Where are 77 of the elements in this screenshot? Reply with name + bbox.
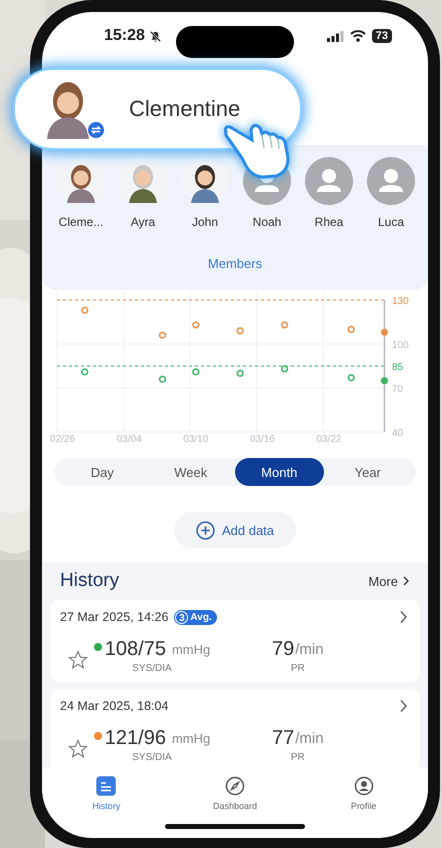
point xyxy=(158,332,166,339)
point xyxy=(280,365,288,373)
member-name: Rhea xyxy=(314,215,344,229)
point xyxy=(192,321,200,329)
metric-label: PR xyxy=(290,663,305,674)
record-card[interactable]: 27 Mar 2025, 14:26 3 Avg. 108/75 mmHg SYS/DIA 79/min PR xyxy=(50,600,420,682)
metric-label: PR xyxy=(290,752,305,763)
point xyxy=(348,326,355,333)
period-tab[interactable]: Day xyxy=(58,458,146,486)
more-link[interactable]: More xyxy=(368,574,410,588)
x-tick-label: 03/16 xyxy=(250,434,276,445)
plus-icon xyxy=(196,520,215,540)
signal-icon xyxy=(326,30,344,42)
period-tab[interactable]: Week xyxy=(146,458,235,486)
chevron-right-icon xyxy=(402,576,410,586)
muted-bell-icon xyxy=(148,30,162,42)
x-tick-label: 03/04 xyxy=(116,434,142,445)
point xyxy=(380,377,388,384)
blood-pressure-value: 121/96 xyxy=(104,727,166,750)
member-name: Noah xyxy=(252,215,282,229)
unit-label: mmHg xyxy=(172,642,210,657)
y-tick-label: 130 xyxy=(392,296,410,307)
y-tick-label: 100 xyxy=(392,340,410,351)
point xyxy=(380,328,388,336)
y-tick-label: 40 xyxy=(392,428,404,439)
section-title: History xyxy=(60,570,120,592)
point xyxy=(192,368,200,376)
record-card[interactable]: 24 Mar 2025, 18:04 121/96 mmHg SYS/DIA 77/min PR xyxy=(50,689,420,768)
star-icon[interactable] xyxy=(68,650,88,670)
blood-pressure-chart: 40 70 85 100 130 02/26 03/04 03/10 03/16 03/22 xyxy=(42,292,422,448)
tab-item[interactable]: Dashboard xyxy=(170,774,300,812)
list-icon xyxy=(96,776,116,796)
point xyxy=(348,374,355,382)
members-link[interactable]: Members xyxy=(208,256,262,271)
x-tick-label: 03/22 xyxy=(316,434,342,445)
unit-label: mmHg xyxy=(172,731,210,746)
point xyxy=(280,321,288,329)
y-tick-label: 70 xyxy=(392,384,404,395)
unit-label: /min xyxy=(295,641,324,658)
record-date: 24 Mar 2025, 18:04 xyxy=(60,699,168,713)
x-tick-label: 02/26 xyxy=(50,434,76,445)
status-time: 15:28 xyxy=(104,27,145,45)
person-avatar-icon[interactable] xyxy=(305,157,353,205)
add-data-button[interactable]: Add data xyxy=(174,512,296,548)
chevron-right-icon xyxy=(399,610,408,624)
switch-icon xyxy=(87,121,105,139)
period-tab[interactable]: Year xyxy=(324,458,412,486)
y-tick-label: 85 xyxy=(392,362,404,373)
pulse-value: 79 xyxy=(272,638,294,661)
battery-level: 73 xyxy=(372,29,392,43)
tab-item[interactable]: History xyxy=(42,774,171,812)
member-name: Clementine xyxy=(129,96,240,122)
chevron-right-icon xyxy=(399,699,408,713)
person-avatar-icon[interactable] xyxy=(367,157,415,205)
member-name: John xyxy=(192,215,218,229)
point xyxy=(81,368,88,376)
metric-label: SYS/DIA xyxy=(132,752,172,763)
record-date: 27 Mar 2025, 14:26 xyxy=(60,610,168,624)
point xyxy=(236,327,244,334)
point xyxy=(236,370,244,377)
pulse-value: 77 xyxy=(272,727,294,750)
member-name: Cleme... xyxy=(58,215,104,229)
unit-label: /min xyxy=(295,730,324,747)
period-tab[interactable]: Month xyxy=(235,458,324,486)
blood-pressure-value: 108/75 xyxy=(104,638,166,661)
profile-icon xyxy=(354,776,374,796)
star-icon[interactable] xyxy=(68,739,88,759)
point xyxy=(81,306,88,314)
x-tick-label: 03/10 xyxy=(183,434,209,445)
member-name: Luca xyxy=(378,215,404,229)
member-name: Ayra xyxy=(130,215,156,229)
tab-item[interactable]: Profile xyxy=(299,774,428,812)
point xyxy=(158,376,166,383)
compass-icon xyxy=(224,776,245,796)
wifi-icon xyxy=(350,30,366,42)
metric-label: SYS/DIA xyxy=(132,663,172,674)
average-badge: 3 Avg. xyxy=(174,610,217,624)
